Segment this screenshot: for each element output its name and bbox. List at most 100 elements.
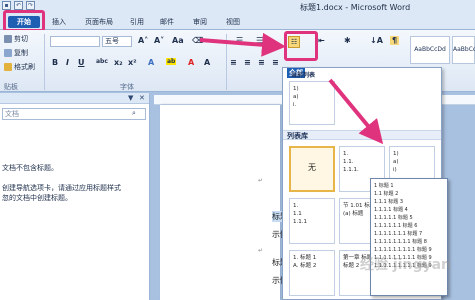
grow-font-icon[interactable]: A˄ — [138, 36, 148, 45]
list-level-text: 1.1 — [293, 211, 302, 217]
strikethrough-icon[interactable]: abc — [96, 58, 108, 65]
tab-references[interactable]: 引用 — [130, 16, 144, 28]
list-level-text: A. 标题 2 — [293, 263, 317, 269]
list-level-text: 1.1. — [343, 159, 354, 165]
shrink-font-icon[interactable]: A˅ — [154, 36, 164, 45]
justify-icon[interactable]: ≡ — [272, 58, 279, 67]
align-right-icon[interactable]: ≡ — [258, 58, 265, 67]
list-level-text: 1. 标题 1 — [293, 255, 317, 261]
tab-insert[interactable]: 插入 — [52, 16, 66, 28]
window-title: 标题1.docx - Microsoft Word — [300, 3, 411, 12]
font-group-label: 字体 — [120, 83, 134, 91]
gallery-section-header: 列表库 — [287, 132, 308, 140]
preview-line: 1.1.1.1 标题 4 — [374, 207, 408, 213]
group-separator — [44, 34, 45, 90]
gallery-section-header: 当前列表 — [291, 72, 316, 79]
ribbon-tabs: 开始 插入 页面布局 引用 邮件 审阅 视图 — [0, 14, 475, 30]
numbering-icon[interactable]: ☰ — [256, 36, 263, 45]
format-painter-button[interactable]: 格式刷 — [4, 62, 35, 72]
align-left-icon[interactable]: ≡ — [230, 58, 237, 67]
paragraph-mark: ↵ — [258, 177, 264, 184]
redo-icon[interactable]: ↷ — [26, 1, 35, 10]
font-size-combo[interactable]: 五号 — [102, 36, 132, 47]
preview-line: 1.1.1.1.1 标题 5 — [374, 215, 413, 221]
tab-review[interactable]: 审阅 — [193, 16, 207, 28]
text-effects-icon[interactable]: A — [148, 58, 154, 67]
list-level-text: i. — [293, 102, 297, 108]
search-icon[interactable]: ⌕ — [132, 109, 136, 118]
preview-line: 1.1.1.1.1.1.1.1 标题 8 — [374, 239, 427, 245]
cut-button[interactable]: 剪切 — [4, 34, 28, 44]
font-color-icon[interactable]: A — [188, 58, 194, 67]
scissors-icon — [4, 35, 12, 43]
document-page[interactable]: ↵ 标题 示例 ↵ 标题 示例 — [160, 105, 288, 300]
preview-line: 1.1.1.1.1.1.1.1.1 标题 9 — [374, 247, 432, 253]
cut-label: 剪切 — [14, 35, 28, 43]
save-icon[interactable]: ▪ — [2, 1, 11, 10]
superscript-icon[interactable]: x² — [128, 58, 137, 67]
copy-icon — [4, 49, 12, 57]
undo-icon[interactable]: ↶ — [14, 1, 23, 10]
italic-icon[interactable]: I — [66, 58, 69, 67]
font-family-combo[interactable] — [50, 36, 100, 47]
navigation-pane: ▼ ✕ 文档 ⌕ 文档不包含标题。 创建导航选项卡，请通过应用标题样式 忽的文档… — [0, 93, 150, 300]
close-icon[interactable]: ✕ — [139, 94, 145, 102]
list-preview-popup: 1 标题 1 1.1 标题 2 1.1.1 标题 3 1.1.1.1 标题 4 … — [370, 178, 448, 296]
gallery-item-current-list[interactable]: 1) a) i. — [289, 81, 335, 125]
group-separator — [226, 34, 227, 90]
preview-line: 1.1.1 标题 3 — [374, 199, 404, 205]
copy-label: 复制 — [14, 49, 28, 57]
home-tab-highlight — [3, 10, 45, 32]
list-level-text: 1.1.1 — [293, 219, 307, 225]
preview-line: 1.1 标题 2 — [374, 191, 399, 197]
show-marks-icon[interactable]: ¶ — [390, 36, 400, 45]
align-center-icon[interactable]: ≡ — [244, 58, 251, 67]
list-level-text: 1.1.1. — [343, 167, 359, 173]
bullets-icon[interactable]: ☰ — [236, 36, 243, 45]
gallery-item-list[interactable]: 1. 标题 1 A. 标题 2 — [289, 250, 335, 296]
title-bar: ▪ ↶ ↷ 标题1.docx - Microsoft Word — [0, 0, 475, 14]
nav-message-line: 忽的文档中创建标题。 — [2, 194, 72, 202]
list-level-text: a) — [293, 94, 299, 100]
style-normal[interactable]: AaBbCcDd — [410, 36, 450, 64]
gallery-item-none[interactable]: 无 — [289, 146, 335, 192]
list-level-text: 1) — [393, 151, 399, 157]
tab-page-layout[interactable]: 页面布局 — [85, 16, 113, 28]
preview-line: 1.1.1.1.1.1 标题 6 — [374, 223, 418, 229]
pane-scrollbar[interactable] — [152, 95, 154, 300]
paragraph-mark: ↵ — [258, 247, 264, 254]
change-case-icon[interactable]: Aa — [172, 36, 184, 45]
navigation-search-input[interactable]: 文档 — [2, 108, 146, 120]
underline-icon[interactable]: U — [78, 58, 85, 67]
list-level-text: 1) — [293, 86, 299, 92]
nav-message-line: 文档不包含标题。 — [2, 164, 58, 172]
watermark: 经验 jingyan — [360, 257, 451, 273]
tab-view[interactable]: 视图 — [226, 16, 240, 28]
char-shading-icon[interactable]: A — [204, 58, 210, 67]
decrease-indent-icon[interactable]: ⇤ — [318, 36, 325, 45]
tab-mailings[interactable]: 邮件 — [160, 16, 174, 28]
pane-options-icon[interactable]: ▼ — [128, 94, 133, 102]
subscript-icon[interactable]: x₂ — [114, 58, 123, 67]
gallery-item-list[interactable]: 1. 1.1 1.1.1 — [289, 198, 335, 244]
clipboard-group-label: 贴板 — [4, 83, 18, 91]
nav-message-line: 创建导航选项卡，请通过应用标题样式 — [2, 184, 121, 192]
preview-line: 1 标题 1 — [374, 183, 394, 189]
sort-icon[interactable]: ↓A — [370, 36, 383, 45]
multilevel-list-highlight — [284, 31, 318, 61]
list-level-text: i) — [393, 167, 397, 173]
clear-format-icon[interactable]: ⌫ — [192, 36, 203, 45]
bold-icon[interactable]: B — [52, 58, 58, 67]
highlight-color-icon[interactable]: ab — [166, 58, 177, 65]
quick-access-toolbar: ▪ ↶ ↷ — [2, 1, 35, 10]
format-painter-label: 格式刷 — [14, 63, 35, 71]
list-level-text: 1. — [293, 203, 299, 209]
copy-button[interactable]: 复制 — [4, 48, 28, 58]
list-level-text: a) — [393, 159, 399, 165]
chinese-layout-icon[interactable]: ✱ — [344, 36, 351, 45]
paintbrush-icon — [4, 63, 12, 71]
preview-line: 1.1.1.1.1.1.1 标题 7 — [374, 231, 423, 237]
list-level-text: 1. — [343, 151, 349, 157]
navigation-pane-header: ▼ ✕ — [0, 93, 149, 104]
style-no-spacing[interactable]: AaBbCcDd — [452, 36, 475, 64]
